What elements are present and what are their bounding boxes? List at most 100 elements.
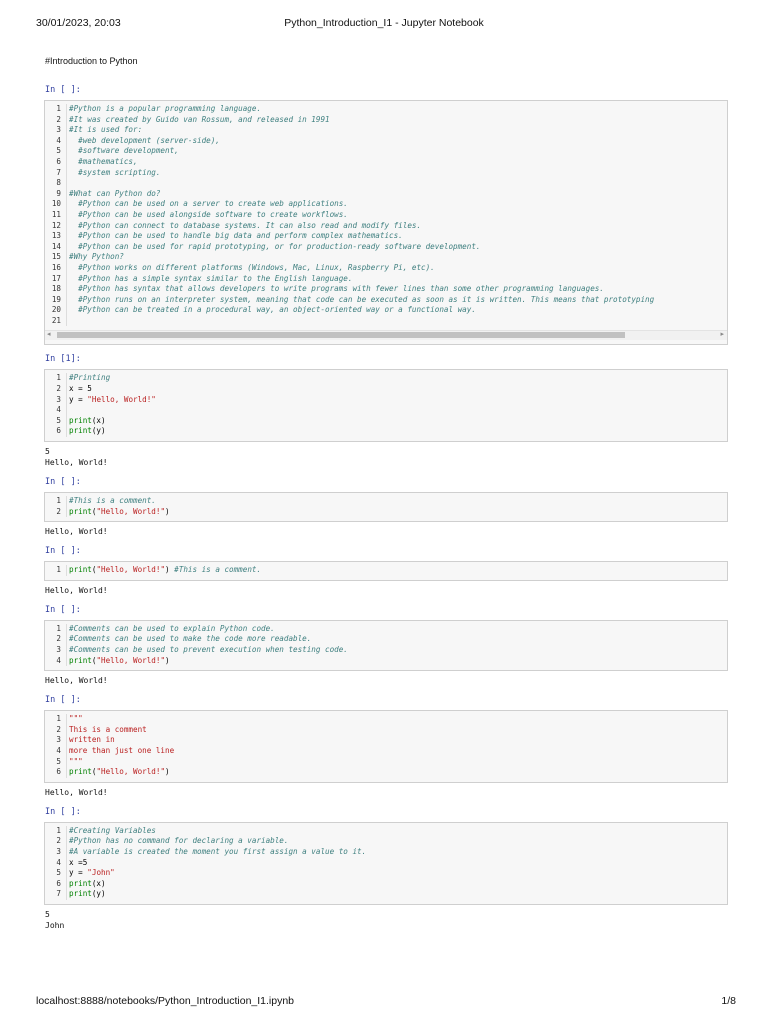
code-cell: In [ ]: 1 print("Hello, World!") #This is … [36,546,730,596]
code-line: 17 #Python has a simple syntax similar t… [45,273,727,285]
code-line: 3 y = "Hello, World!" [45,394,727,406]
input-prompt: In [ ]: [45,806,81,817]
code-line: 4 more than just one line [45,745,727,757]
line-number: 1 [56,714,61,724]
code-line: 5 """ [45,756,727,768]
gutter-divider [66,645,67,656]
line-number: 7 [56,167,61,177]
gutter-divider [66,156,67,168]
code-line: 3 #Comments can be used to prevent execut… [45,645,727,656]
input-prompt: In [1]: [45,354,81,365]
code-text: print("Hello, World!") [69,506,170,516]
code-line: 14 #Python can be used for rapid prototy… [45,241,727,253]
line-number: 4 [56,745,61,755]
code-text: more than just one line [69,745,175,755]
code-line: 2 #Comments can be used to make the code … [45,634,727,645]
line-number: 12 [51,220,61,230]
gutter-divider [66,496,67,507]
line-number: 10 [51,199,61,209]
code-editor[interactable]: 1 """ 2 This is a comment 3 written in 4 more t… [44,710,728,783]
code-line: 1 #Creating Variables [45,825,727,837]
gutter-divider [66,745,67,757]
code-text: #A variable is created the moment you fi… [69,846,367,856]
code-line: 16 #Python works on different platforms … [45,262,727,274]
gutter-divider [66,252,67,263]
code-line: 8 [45,178,727,189]
gutter-divider [66,426,67,438]
gutter-divider [66,506,67,518]
code-text: #What can Python do? [69,188,161,198]
scroll-right-icon[interactable]: ▸ [720,330,724,338]
gutter-divider [66,231,67,242]
code-cell: In [ ]: 1 #Python is a popular programming… [36,85,730,346]
markdown-cell[interactable]: #Introduction to Python [45,56,730,76]
code-text: print(y) [69,889,106,899]
line-number: 6 [56,156,61,166]
gutter-divider [66,384,67,395]
line-number: 1 [56,565,61,575]
scrollbar-thumb[interactable] [57,332,625,339]
line-number: 5 [56,146,61,156]
gutter-divider [66,305,67,316]
line-number: 3 [56,846,61,856]
code-cells: In [ ]: 1 #Python is a popular programming… [36,85,730,931]
page-title: Python_Introduction_I1 - Jupyter Noteboo… [284,17,484,29]
gutter-divider [66,373,67,385]
code-cell: In [ ]: 1 """ 2 This is a comment 3 written in… [36,695,730,798]
page-number: 1/8 [721,995,736,1007]
cell-output: Hello, World! [45,787,108,797]
horizontal-scrollbar[interactable]: ◂ ▸ [45,330,727,341]
code-line: 2 #Python has no command for declaring a … [45,836,727,847]
print-footer: localhost:8888/notebooks/Python_Introduc… [0,995,768,1009]
code-editor[interactable]: 1 #Creating Variables 2 #Python has no comm… [44,821,728,905]
code-line: 1 #Python is a popular programming langua… [45,104,727,115]
code-line: 4 print("Hello, World!") [45,655,727,667]
notebook: #Introduction to Python In [ ]: 1 #Python … [36,52,730,931]
line-number: 7 [56,889,61,899]
line-number: 2 [56,836,61,846]
code-text: print("Hello, World!") [69,767,170,777]
code-cell: In [ ]: 1 #This is a comment. 2 print("Hello… [36,477,730,537]
code-text: #Python runs on an interpreter system, m… [69,294,655,304]
gutter-divider [66,273,67,285]
code-text: #Comments can be used to make the code m… [69,634,312,644]
code-line: 5 #software development, [45,146,727,157]
code-text: #software development, [69,146,179,156]
code-line: 1 print("Hello, World!") #This is a comme… [45,565,727,576]
line-number: 3 [56,645,61,654]
code-text: #Python can connect to database systems.… [69,220,422,230]
code-text: print(x) [69,415,106,425]
code-text: #It was created by Guido van Rossum, and… [69,114,330,124]
code-editor[interactable]: 1 print("Hello, World!") #This is a comme… [44,561,728,581]
code-editor[interactable]: 1 #Python is a popular programming langua… [44,100,728,346]
code-line: 1 #Comments can be used to explain Python… [45,623,727,635]
code-text: y = "Hello, World!" [69,394,156,404]
code-editor[interactable]: 1 #This is a comment. 2 print("Hello, World… [44,492,728,523]
gutter-divider [66,623,67,635]
code-line: 7 #system scripting. [45,167,727,179]
gutter-divider [66,146,67,157]
line-number: 17 [51,273,61,283]
gutter-divider [66,405,67,416]
code-cell: In [ ]: 1 #Comments can be used to explain… [36,605,730,686]
scroll-left-icon[interactable]: ◂ [47,330,51,338]
gutter-divider [66,857,67,869]
line-number: 3 [56,735,61,745]
code-editor[interactable]: 1 #Printing 2 x = 5 3 y = "Hello, World!" 4 5 pr… [44,369,728,443]
code-text: #Python has a simple syntax similar to t… [69,273,353,283]
code-line: 12 #Python can connect to database syste… [45,220,727,232]
gutter-divider [66,220,67,232]
code-line: 1 #This is a comment. [45,496,727,507]
line-number: 1 [56,623,61,633]
line-number: 2 [56,724,61,734]
code-text: #Python has no command for declaring a v… [69,836,289,846]
line-number: 14 [51,241,61,251]
input-prompt: In [ ]: [45,604,81,615]
gutter-divider [66,209,67,221]
code-line: 10 #Python can be used on a server to cr… [45,199,727,210]
code-line: 5 y = "John" [45,868,727,879]
line-number: 5 [56,868,61,878]
gutter-divider [66,756,67,768]
code-editor[interactable]: 1 #Comments can be used to explain Python… [44,619,728,672]
line-number: 1 [56,373,61,383]
